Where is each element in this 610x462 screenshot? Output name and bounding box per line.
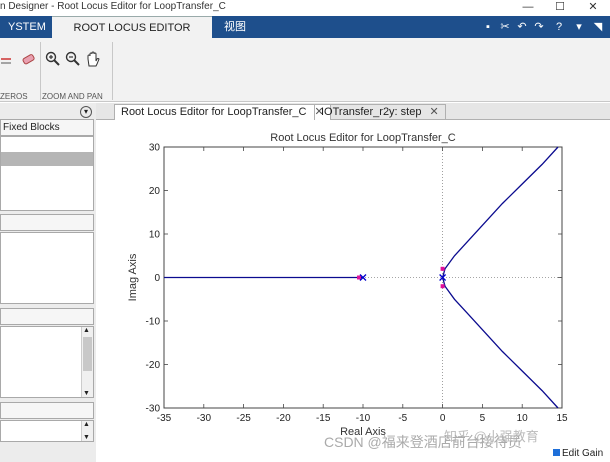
closed-loop-pole-marker xyxy=(357,275,362,280)
tab-label: Root Locus Editor for LoopTransfer_C xyxy=(121,106,307,118)
y-tick-label: 20 xyxy=(149,186,161,197)
minimize-button[interactable]: — xyxy=(513,0,543,16)
x-tick-label: 10 xyxy=(517,413,529,424)
list-item-selected[interactable] xyxy=(1,152,93,166)
scroll-down-icon[interactable]: ▼ xyxy=(83,390,90,397)
closed-loop-pole-marker xyxy=(440,266,445,271)
scrollbar-thumb[interactable] xyxy=(83,337,92,371)
ribbon: ZEROS ZOOM AND PAN xyxy=(0,38,610,102)
save-icon[interactable]: ▪ xyxy=(480,19,496,35)
y-tick-label: -10 xyxy=(146,317,161,328)
tab-view[interactable]: 视图 xyxy=(216,16,254,38)
fixed-blocks-header[interactable]: Fixed Blocks xyxy=(0,119,94,136)
x-tick-label: -30 xyxy=(197,413,212,424)
y-tick-label: 10 xyxy=(149,230,161,241)
tab-root-locus-editor-doc[interactable]: Root Locus Editor for LoopTransfer_C ✕ xyxy=(114,104,331,120)
pan-hand-icon[interactable] xyxy=(84,50,102,68)
y-tick-label: 30 xyxy=(149,143,161,154)
csdn-watermark: CSDN @福来登酒店前台接待员 xyxy=(324,434,522,450)
closed-loop-pole-marker xyxy=(440,284,445,289)
x-tick-label: -10 xyxy=(356,413,371,424)
cut-icon[interactable]: ✂ xyxy=(497,19,513,35)
zoom-out-icon[interactable] xyxy=(64,50,82,68)
left-panel: ▾ Fixed Blocks ▲ ▼ ▲ ▼ xyxy=(0,103,96,462)
root-locus-chart[interactable]: -35 -30 -25 -20 -15 -10 -5 0 5 10 15-30-20-1001020… xyxy=(96,121,610,462)
panel-section-header[interactable] xyxy=(0,402,94,419)
edit-gain-icon xyxy=(553,449,560,456)
edit-gain-label: Edit Gain xyxy=(562,448,604,459)
y-axis-label: Imag Axis xyxy=(127,253,139,301)
tab-root-locus-editor[interactable]: ROOT LOCUS EDITOR xyxy=(52,16,212,38)
window-title: n Designer - Root Locus Editor for LoopT… xyxy=(0,1,226,12)
group-label-zoom-and-pan: ZOOM AND PAN xyxy=(42,92,103,101)
maximize-button[interactable]: ☐ xyxy=(545,0,575,16)
document-tab-bar: Root Locus Editor for LoopTransfer_C ✕ IO… xyxy=(96,103,610,120)
zoom-in-icon[interactable] xyxy=(44,50,62,68)
panel-section-header[interactable] xyxy=(0,308,94,325)
collapse-icon[interactable]: ▾ xyxy=(571,19,587,35)
x-tick-label: -5 xyxy=(398,413,407,424)
delete-pole-zero-icon[interactable] xyxy=(0,50,18,68)
expand-icon[interactable]: ◥ xyxy=(590,19,606,35)
y-tick-label: -30 xyxy=(146,404,161,415)
tab-system[interactable]: YSTEM xyxy=(0,16,54,38)
scrollbar[interactable]: ▲ ▼ xyxy=(81,421,93,441)
ribbon-separator xyxy=(112,42,113,100)
x-tick-label: -35 xyxy=(157,413,172,424)
scrollbar[interactable]: ▲ ▼ xyxy=(81,327,93,397)
root-locus-plot[interactable]: -35 -30 -25 -20 -15 -10 -5 0 5 10 15 -30 -20 -10 0 10 20… xyxy=(96,121,610,462)
x-tick-label: 5 xyxy=(480,413,486,424)
group-label-zeros: ZEROS xyxy=(0,92,28,101)
eraser-icon[interactable] xyxy=(20,50,38,68)
y-tick-label: -20 xyxy=(146,360,161,371)
chart-title: Root Locus Editor for LoopTransfer_C xyxy=(270,132,456,144)
scroll-up-icon[interactable]: ▲ xyxy=(83,327,90,334)
scroll-down-icon[interactable]: ▼ xyxy=(83,434,90,441)
panel-list[interactable]: ▲ ▼ xyxy=(0,420,94,442)
panel-section-header[interactable] xyxy=(0,214,94,231)
panel-list[interactable]: ▲ ▼ xyxy=(0,326,94,398)
tab-iotransfer-step[interactable]: IOTransfer_r2y: step ✕ xyxy=(314,104,446,120)
fixed-blocks-list[interactable] xyxy=(0,136,94,211)
scroll-up-icon[interactable]: ▲ xyxy=(83,421,90,428)
tab-label: IOTransfer_r2y: step xyxy=(321,106,422,118)
y-tick-label: 0 xyxy=(154,273,160,284)
ribbon-separator xyxy=(40,42,41,100)
x-tick-label: 15 xyxy=(556,413,568,424)
panel-menu-icon[interactable]: ▾ xyxy=(80,106,92,118)
undo-icon[interactable]: ↶ xyxy=(514,19,530,35)
close-button[interactable]: ✕ xyxy=(578,0,608,16)
x-tick-label: 0 xyxy=(440,413,446,424)
x-tick-label: -25 xyxy=(236,413,251,424)
help-icon[interactable]: ? xyxy=(551,19,567,35)
panel-list[interactable] xyxy=(0,232,94,304)
title-bar: n Designer - Root Locus Editor for LoopT… xyxy=(0,0,610,16)
x-tick-label: -15 xyxy=(316,413,331,424)
close-tab-icon[interactable]: ✕ xyxy=(429,106,438,118)
ribbon-tab-strip: YSTEM ROOT LOCUS EDITOR 视图 ▪ ✂ ↶ ↷ ? ▾ ◥ xyxy=(0,16,610,38)
redo-icon[interactable]: ↷ xyxy=(531,19,547,35)
x-tick-label: -20 xyxy=(276,413,291,424)
